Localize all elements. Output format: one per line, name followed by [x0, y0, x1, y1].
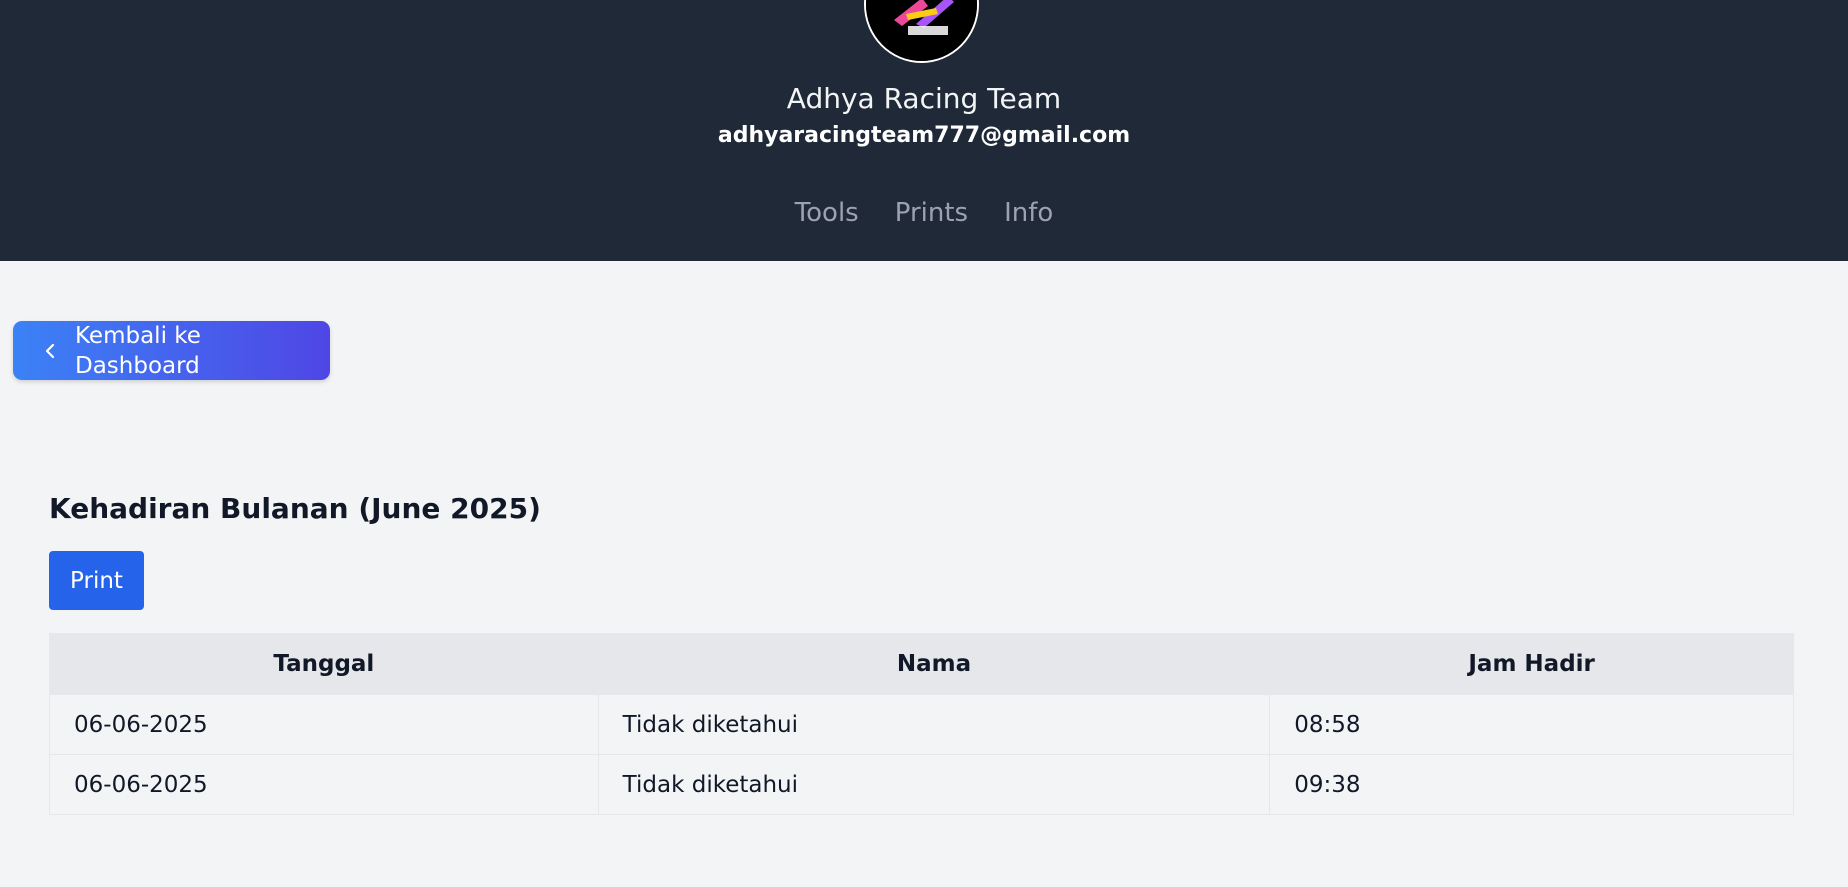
top-header: Adhya Racing Team adhyaracingteam777@gma…	[0, 0, 1848, 261]
cell-jam-hadir: 08:58	[1269, 694, 1794, 755]
chevron-left-icon	[41, 342, 59, 360]
logo-graphic-icon	[866, 0, 977, 61]
back-button-label: Kembali ke Dashboard	[75, 322, 201, 379]
column-header-jam-hadir[interactable]: Jam Hadir	[1269, 633, 1794, 695]
cell-nama: Tidak diketahui	[597, 754, 1271, 815]
nav-info[interactable]: Info	[1004, 196, 1053, 230]
back-to-dashboard-button[interactable]: Kembali ke Dashboard	[13, 321, 330, 380]
column-header-nama[interactable]: Nama	[597, 633, 1271, 695]
print-button[interactable]: Print	[49, 551, 144, 610]
main-nav: Tools Prints Info	[0, 196, 1848, 230]
cell-tanggal: 06-06-2025	[49, 754, 599, 815]
column-header-tanggal[interactable]: Tanggal	[49, 633, 599, 695]
team-email: adhyaracingteam777@gmail.com	[717, 123, 1131, 148]
nav-tools[interactable]: Tools	[795, 196, 859, 230]
cell-nama: Tidak diketahui	[597, 694, 1271, 755]
table-row: 06-06-2025 Tidak diketahui 08:58	[49, 694, 1794, 755]
team-name: Adhya Racing Team	[786, 82, 1062, 115]
cell-tanggal: 06-06-2025	[49, 694, 599, 755]
team-logo	[864, 0, 979, 63]
cell-jam-hadir: 09:38	[1269, 754, 1794, 815]
page-title: Kehadiran Bulanan (June 2025)	[49, 492, 541, 525]
table-row: 06-06-2025 Tidak diketahui 09:38	[49, 754, 1794, 815]
attendance-table: Tanggal Nama Jam Hadir 06-06-2025 Tidak …	[49, 633, 1794, 815]
nav-prints[interactable]: Prints	[895, 196, 968, 230]
table-header-row: Tanggal Nama Jam Hadir	[49, 633, 1794, 695]
